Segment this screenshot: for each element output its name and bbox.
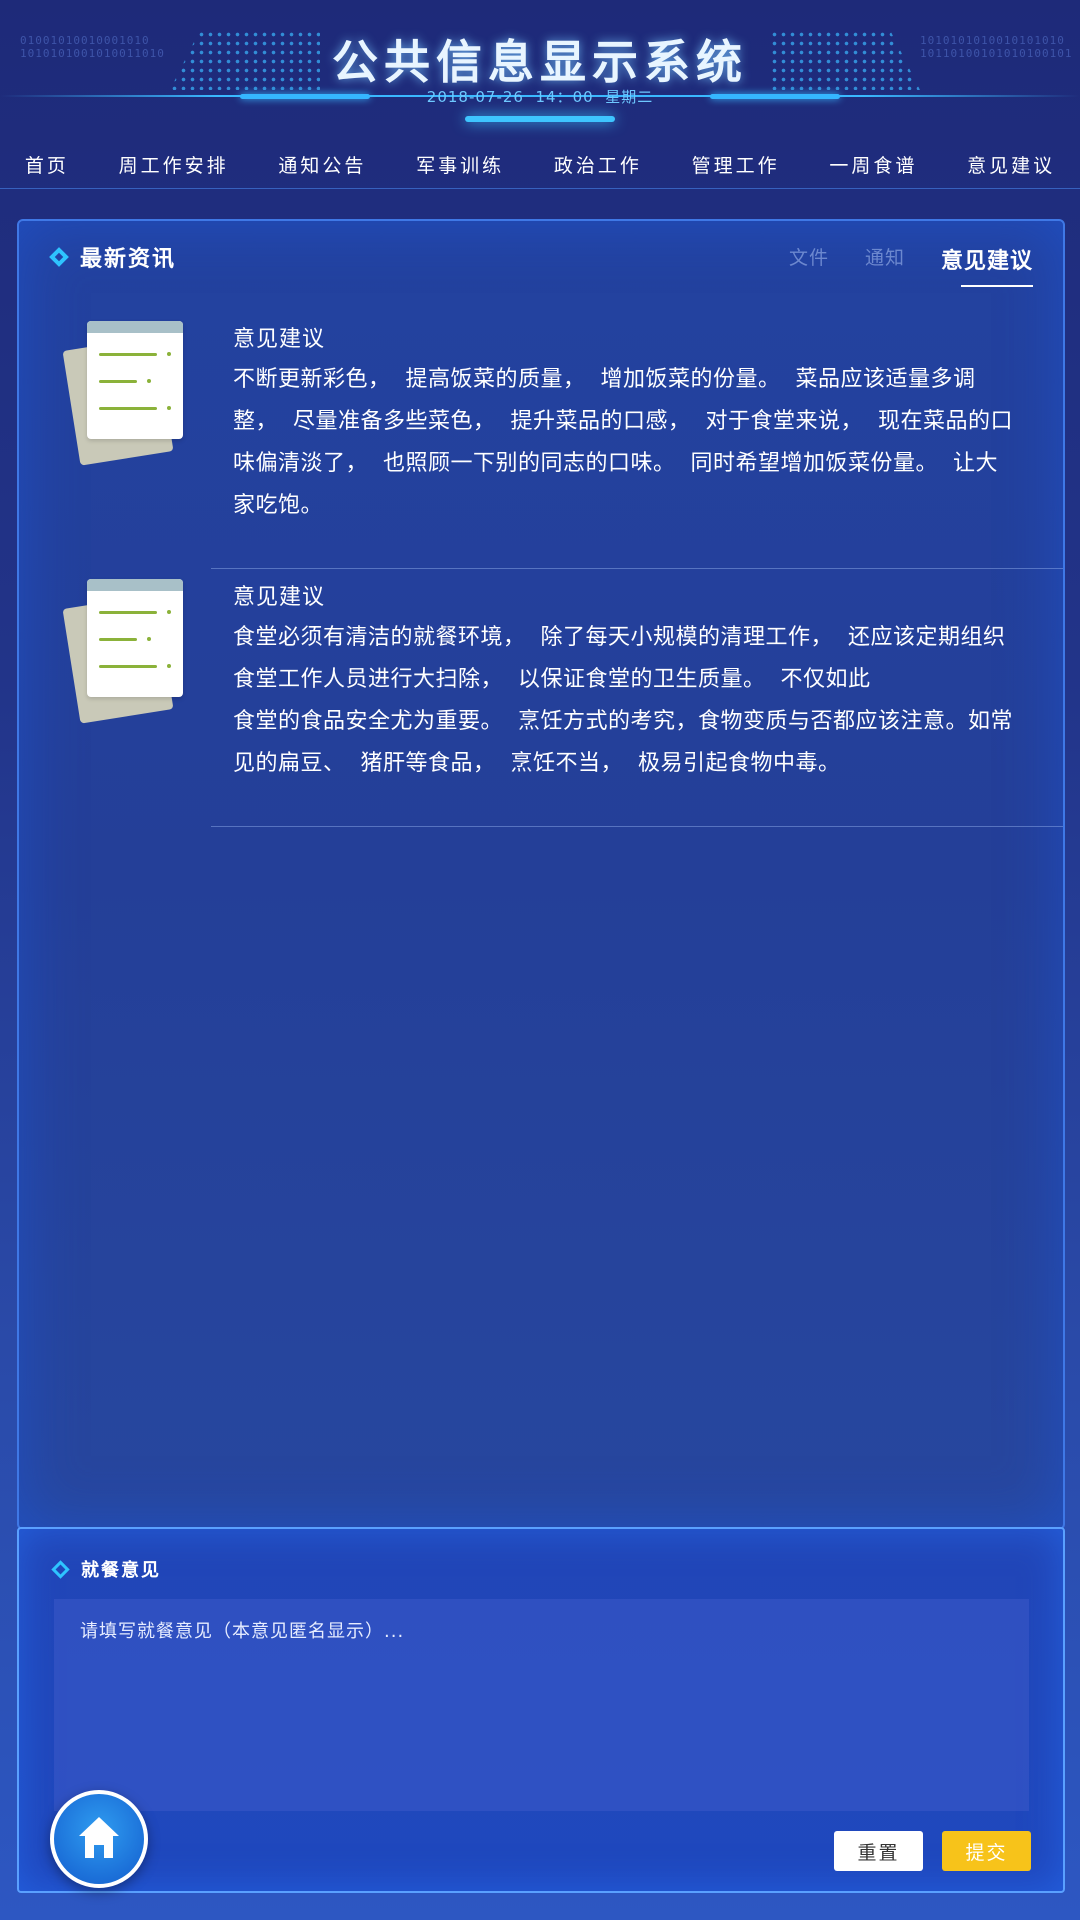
list-item-body: 不断更新彩色， 提高饭菜的质量， 增加饭菜的份量。 菜品应该适量多调整， 尽量准… bbox=[233, 367, 1013, 518]
list-item[interactable]: 意见建议 不断更新彩色， 提高饭菜的质量， 增加饭菜的份量。 菜品应该适量多调整… bbox=[19, 311, 1063, 569]
list-item-title: 意见建议 bbox=[233, 327, 326, 352]
header-glow-bar-center bbox=[465, 116, 615, 122]
tab-notices[interactable]: 通知 bbox=[865, 243, 905, 270]
diamond-icon bbox=[51, 1559, 70, 1579]
nav-item-home[interactable]: 首页 bbox=[25, 151, 69, 178]
nav-item-weekly-menu[interactable]: 一周食谱 bbox=[829, 151, 917, 178]
datetime-display: 2018-07-26 14：00 星期二 bbox=[426, 88, 654, 106]
reset-button[interactable]: 重置 bbox=[834, 1831, 923, 1871]
nav-item-suggestions[interactable]: 意见建议 bbox=[967, 151, 1055, 178]
page-title: 公共信息显示系统 bbox=[332, 35, 748, 89]
tab-files[interactable]: 文件 bbox=[789, 243, 829, 270]
home-icon bbox=[79, 1817, 119, 1858]
news-list: 意见建议 不断更新彩色， 提高饭菜的质量， 增加饭菜的份量。 菜品应该适量多调整… bbox=[19, 311, 1063, 827]
feedback-panel: 就餐意见 重置 提交 bbox=[17, 1527, 1065, 1893]
nav-item-management-work[interactable]: 管理工作 bbox=[692, 151, 780, 178]
nav-item-political-work[interactable]: 政治工作 bbox=[554, 151, 642, 178]
list-item-title: 意见建议 bbox=[233, 585, 326, 610]
news-panel-header: 最新资讯 bbox=[49, 241, 177, 273]
diamond-icon bbox=[49, 247, 69, 267]
feedback-title: 就餐意见 bbox=[81, 1560, 161, 1581]
news-panel: 最新资讯 文件 通知 意见建议 意见建议 不断更新彩色， 提高饭菜的质量， 增加… bbox=[17, 219, 1065, 1530]
nav-item-military-training[interactable]: 军事训练 bbox=[416, 151, 504, 178]
main-nav: 首页 周工作安排 通知公告 军事训练 政治工作 管理工作 一周食谱 意见建议 bbox=[0, 140, 1080, 189]
document-icon bbox=[62, 577, 183, 724]
header: 01001010010001010 1010101001010011010 10… bbox=[0, 0, 1080, 135]
list-item-body: 食堂必须有清洁的就餐环境， 除了每天小规模的清理工作， 还应该定期组织食堂工作人… bbox=[233, 625, 1013, 776]
feedback-header: 就餐意见 bbox=[51, 1556, 161, 1582]
document-icon bbox=[62, 319, 183, 466]
nav-item-notices[interactable]: 通知公告 bbox=[278, 151, 366, 178]
list-item[interactable]: 意见建议 食堂必须有清洁的就餐环境， 除了每天小规模的清理工作， 还应该定期组织… bbox=[19, 569, 1063, 827]
list-item-divider bbox=[211, 826, 1063, 827]
tab-suggestions[interactable]: 意见建议 bbox=[941, 243, 1034, 287]
news-tabs: 文件 通知 意见建议 bbox=[753, 243, 1034, 287]
submit-button[interactable]: 提交 bbox=[942, 1831, 1031, 1871]
news-panel-title: 最新资讯 bbox=[80, 247, 177, 272]
feedback-input[interactable] bbox=[54, 1599, 1029, 1811]
nav-item-weekly-schedule[interactable]: 周工作安排 bbox=[119, 151, 229, 178]
home-button[interactable] bbox=[50, 1790, 148, 1888]
